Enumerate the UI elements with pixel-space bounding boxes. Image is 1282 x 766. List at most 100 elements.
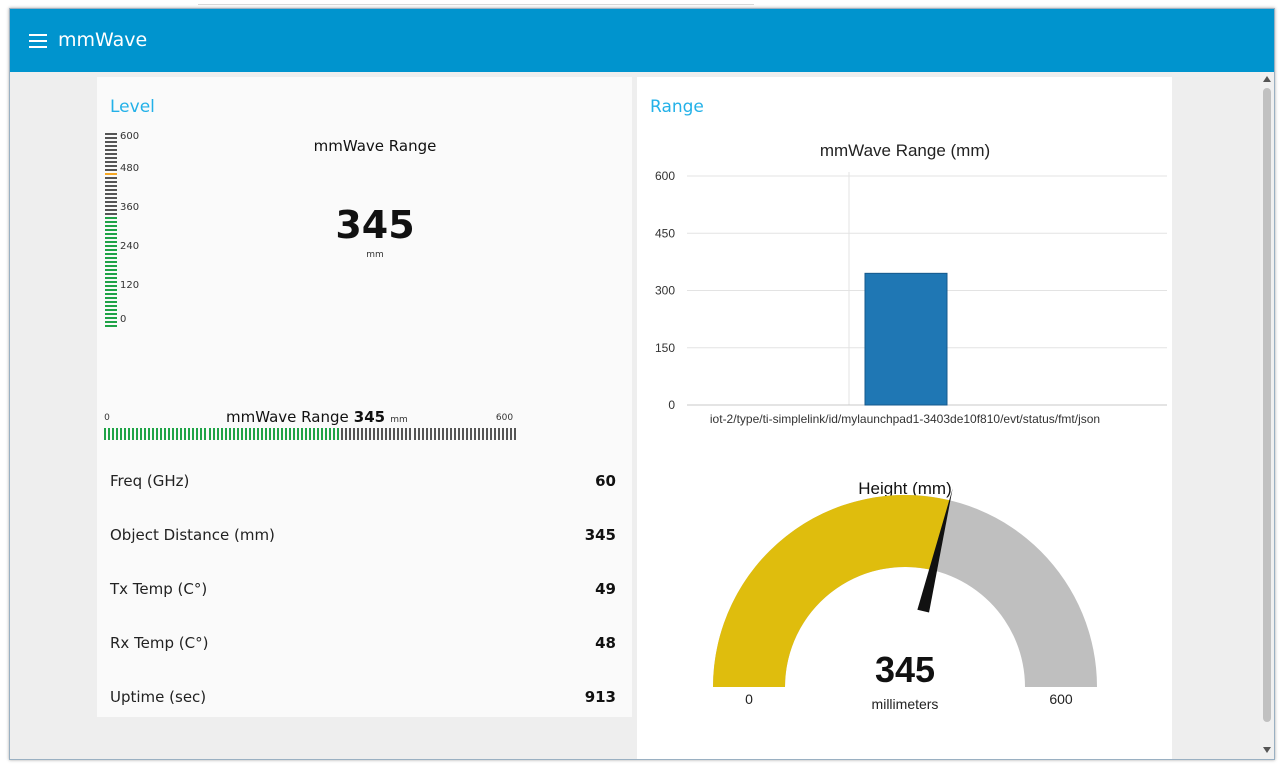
level-segment: [429, 428, 432, 440]
level-segment: [105, 253, 117, 255]
bar-chart: mmWave Range (mm) 600 450 300 150 0 iot-2/typ…: [655, 141, 1167, 426]
level-segment: [393, 428, 396, 440]
level-segment: [212, 428, 215, 440]
level-segment: [105, 313, 117, 315]
chart-title: mmWave Range (mm): [820, 141, 990, 160]
level-segment: [296, 428, 299, 440]
vertical-gauge-unit: mm: [366, 250, 384, 260]
level-segment: [377, 428, 380, 440]
level-segment: [105, 161, 117, 163]
toolbar: mmWave: [10, 9, 1274, 72]
y-tick-label: 0: [668, 398, 675, 412]
dashboard-window: mmWave Level 600 480 360 240 120 0 mmWav…: [9, 8, 1275, 760]
level-segment: [461, 428, 464, 440]
level-segment: [105, 165, 117, 167]
menu-icon[interactable]: [29, 34, 49, 50]
vertical-gauge-value: 345: [335, 203, 415, 247]
level-segment: [105, 261, 117, 263]
level-segment: [105, 221, 117, 223]
level-segment: [105, 197, 117, 199]
level-segment: [493, 428, 496, 440]
level-segment: [164, 428, 167, 440]
horizontal-gauge-unit: mm: [390, 415, 408, 425]
vertical-gauge-title: mmWave Range: [313, 137, 437, 155]
row-label-rx-temp: Rx Temp (C°): [110, 634, 209, 652]
level-segment: [112, 428, 115, 440]
level-segment: [389, 428, 392, 440]
gauge-min-label: 0: [745, 691, 753, 707]
level-segment: [105, 149, 117, 151]
level-segment: [236, 428, 239, 440]
level-segment: [337, 428, 340, 440]
level-segment: [437, 428, 440, 440]
level-segment: [105, 189, 117, 191]
level-card: Level 600 480 360 240 120 0 mmWave Range…: [97, 77, 632, 717]
level-segment: [481, 428, 484, 440]
level-segment: [132, 428, 135, 440]
level-segment: [300, 428, 303, 440]
vertical-level-tick: 0: [120, 314, 127, 325]
level-segment: [168, 428, 171, 440]
level-segment: [325, 428, 328, 440]
level-segment: [449, 428, 452, 440]
level-segment: [365, 428, 368, 440]
level-segment: [105, 145, 117, 147]
level-segment: [104, 428, 106, 440]
scrollbar-thumb[interactable]: [1263, 88, 1271, 722]
horizontal-gauge-max: 600: [495, 413, 514, 423]
row-label-tx-temp: Tx Temp (C°): [110, 580, 208, 598]
scrollbar[interactable]: [1260, 72, 1274, 759]
vertical-level-tick: 600: [120, 131, 140, 142]
level-segment: [105, 273, 117, 275]
level-segment: [256, 428, 259, 440]
horizontal-gauge-title-line: mmWave Range 345 mm: [226, 407, 408, 426]
level-segment: [136, 428, 139, 440]
level-segment: [105, 325, 117, 327]
horizontal-level-gauge: [104, 428, 516, 440]
level-segment: [105, 137, 117, 139]
level-segment: [188, 428, 191, 440]
level-segment: [292, 428, 295, 440]
level-segment: [176, 428, 179, 440]
gauge-max-label: 600: [1049, 691, 1073, 707]
level-segment: [105, 321, 117, 323]
level-segment: [445, 428, 448, 440]
level-segment: [425, 428, 428, 440]
gauge-value: 345: [875, 649, 935, 690]
level-segment: [489, 428, 492, 440]
y-tick-label: 300: [655, 284, 675, 298]
level-segment: [405, 428, 408, 440]
bar[interactable]: [864, 272, 948, 406]
scroll-down-arrow[interactable]: [1263, 747, 1271, 753]
level-segment: [124, 428, 127, 440]
level-segment: [105, 177, 117, 179]
level-segment: [160, 428, 163, 440]
level-segment: [105, 257, 117, 259]
level-segment: [381, 428, 384, 440]
level-segment: [105, 229, 117, 231]
level-segment: [105, 213, 117, 215]
level-segment: [357, 428, 360, 440]
scroll-up-arrow[interactable]: [1263, 76, 1271, 82]
level-segment: [485, 428, 488, 440]
level-segment: [105, 225, 117, 227]
level-segment: [341, 428, 344, 440]
level-segment: [105, 289, 117, 291]
level-segment: [204, 428, 207, 440]
level-segment: [317, 428, 320, 440]
level-segment: [208, 428, 211, 440]
level-segment: [105, 277, 117, 279]
level-segment: [105, 205, 117, 207]
x-category-label: iot-2/type/ti-simplelink/id/mylaunchpad1…: [710, 412, 1100, 426]
level-segment: [353, 428, 356, 440]
level-card-title: Level: [110, 97, 155, 117]
level-segment: [105, 281, 117, 283]
level-segment: [105, 201, 117, 203]
level-segment: [272, 428, 275, 440]
level-segment: [309, 428, 311, 440]
row-label-uptime: Uptime (sec): [110, 688, 207, 706]
level-segment: [116, 428, 119, 440]
level-segment: [105, 193, 117, 195]
level-segment: [252, 428, 255, 440]
y-tick-label: 150: [655, 341, 675, 355]
